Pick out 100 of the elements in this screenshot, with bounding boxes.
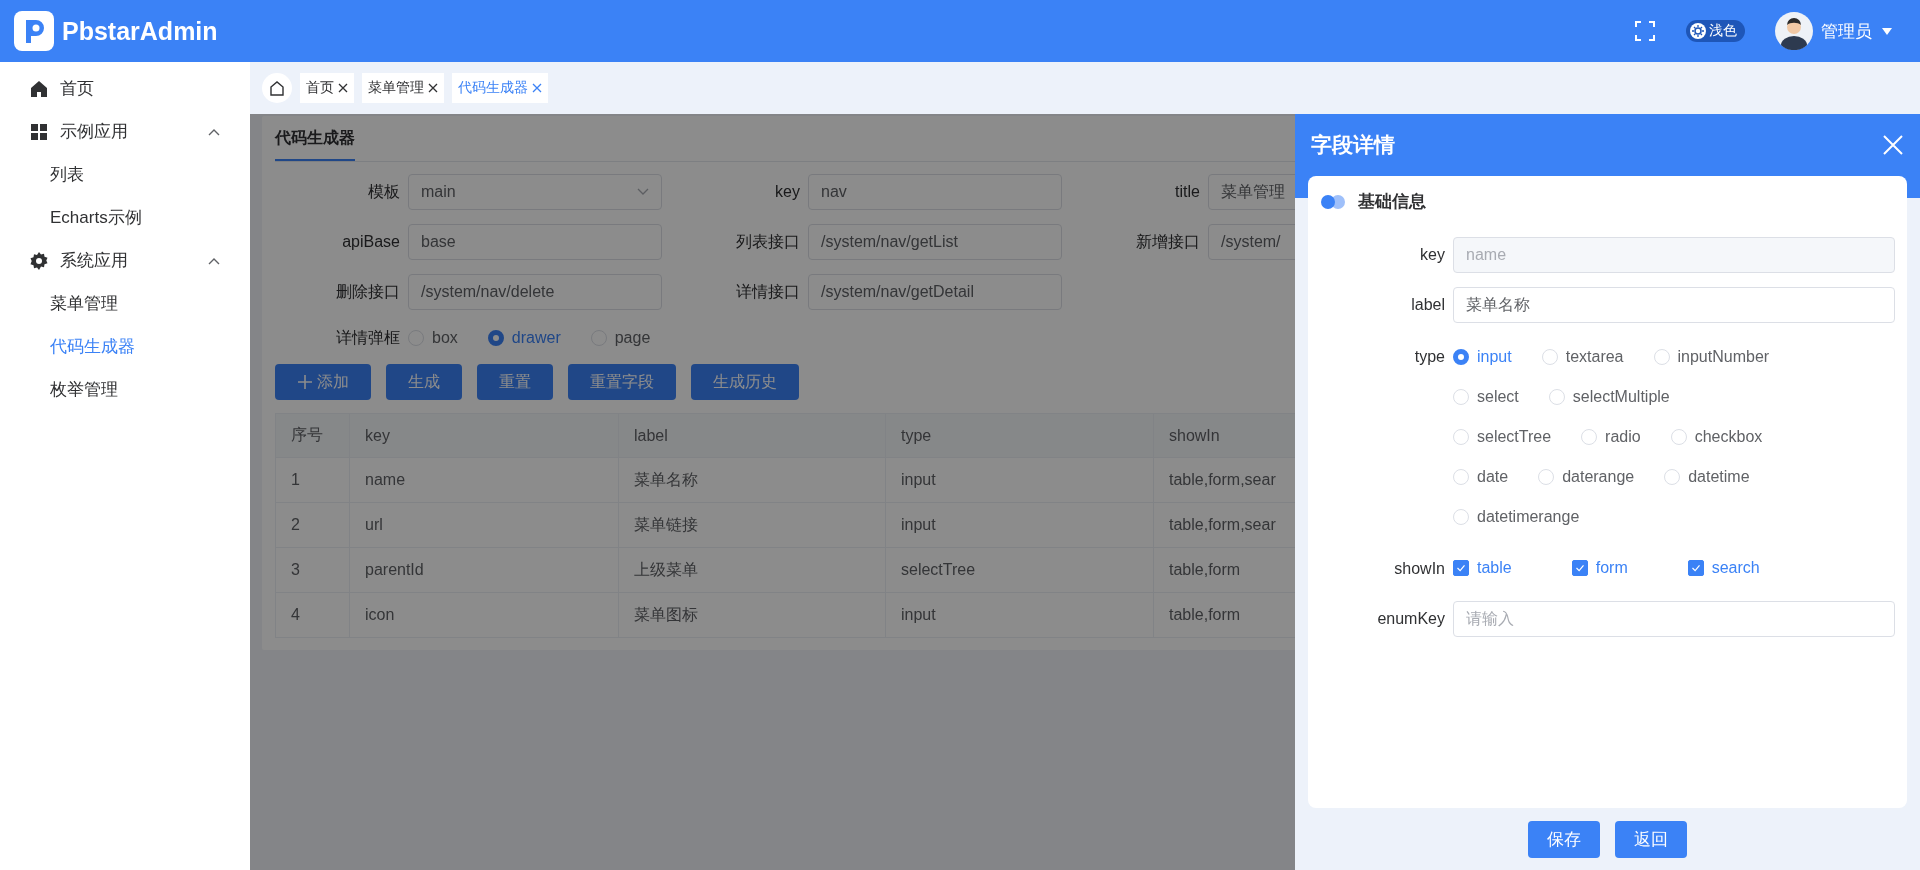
radio-option[interactable]: date xyxy=(1453,457,1509,497)
radio-option[interactable]: datetimerange xyxy=(1453,497,1580,537)
radio-option[interactable]: selectTree xyxy=(1453,417,1552,457)
radio-option[interactable]: input xyxy=(1453,337,1512,377)
gear-icon xyxy=(30,251,48,270)
field-label: 新增接口 xyxy=(1135,231,1200,252)
sidebar-item[interactable]: 首页 xyxy=(0,67,250,110)
avatar-icon xyxy=(1775,12,1813,50)
tab[interactable]: 菜单管理 xyxy=(362,73,444,103)
select-field[interactable]: main xyxy=(408,174,662,210)
home-icon xyxy=(30,79,48,98)
input-field[interactable]: 请输入 xyxy=(1453,601,1895,637)
close-icon[interactable] xyxy=(428,83,438,93)
radio-option[interactable]: drawer xyxy=(487,329,561,347)
radio-option[interactable]: select xyxy=(1453,377,1519,417)
showin-option[interactable]: table xyxy=(1453,551,1512,584)
column-header: key xyxy=(349,413,619,458)
column-header: 序号 xyxy=(275,413,350,458)
field-label: enumKey xyxy=(1376,609,1446,629)
sidebar-item[interactable]: 菜单管理 xyxy=(0,282,250,325)
table-cell: 菜单名称 xyxy=(618,457,886,503)
section-title: 基础信息 xyxy=(1358,191,1426,213)
field-label: apiBase xyxy=(341,233,400,251)
radio-option[interactable]: page xyxy=(590,329,651,347)
table-cell: 上级菜单 xyxy=(618,547,886,593)
field-label: 详情弹框 xyxy=(335,327,400,348)
input-field[interactable]: /system/nav/getDetail xyxy=(808,274,1062,310)
field-label: label xyxy=(1410,295,1446,315)
table-cell: 1 xyxy=(275,457,350,503)
chevron-down-icon xyxy=(637,188,649,196)
sidebar-item[interactable]: 列表 xyxy=(0,153,250,196)
radio-option[interactable]: datetime xyxy=(1664,457,1750,497)
logo-icon xyxy=(14,11,54,51)
tab[interactable]: 首页 xyxy=(300,73,354,103)
action-button[interactable]: 生成历史 xyxy=(691,364,799,400)
sidebar-item[interactable]: Echarts示例 xyxy=(0,196,250,239)
table-cell: parentId xyxy=(349,547,619,593)
fullscreen-icon[interactable] xyxy=(1634,20,1656,42)
input-field[interactable]: /system/nav/getList xyxy=(808,224,1062,260)
field-label: 详情接口 xyxy=(735,281,800,302)
sidebar-item[interactable]: 代码生成器 xyxy=(0,325,250,368)
radio-option[interactable]: textarea xyxy=(1541,337,1624,377)
radio-option[interactable]: box xyxy=(408,329,458,347)
input-field[interactable]: nav xyxy=(808,174,1062,210)
sidebar-item[interactable]: 枚举管理 xyxy=(0,368,250,411)
table-cell: selectTree xyxy=(885,547,1154,593)
radio-option[interactable]: daterange xyxy=(1538,457,1635,497)
dots-icon xyxy=(1320,193,1346,210)
footer-button[interactable]: 返回 xyxy=(1615,820,1687,858)
grid-icon xyxy=(30,122,48,141)
table-cell: url xyxy=(349,502,619,548)
column-header: type xyxy=(885,413,1154,458)
input-field[interactable]: base xyxy=(408,224,662,260)
field-label: key xyxy=(774,183,800,201)
field-label: 删除接口 xyxy=(335,281,400,302)
table-cell: input xyxy=(885,592,1154,638)
table-cell: 菜单图标 xyxy=(618,592,886,638)
table-cell: icon xyxy=(349,592,619,638)
sun-icon xyxy=(1689,22,1707,40)
table-cell: 4 xyxy=(275,592,350,638)
input-field[interactable]: 菜单名称 xyxy=(1453,287,1895,323)
theme-toggle[interactable]: 浅色 xyxy=(1686,20,1745,42)
input-field[interactable]: /system/nav/delete xyxy=(408,274,662,310)
table-cell: 2 xyxy=(275,502,350,548)
action-button[interactable]: 重置字段 xyxy=(568,364,676,400)
radio-option[interactable]: checkbox xyxy=(1670,417,1763,457)
footer-button[interactable]: 保存 xyxy=(1528,820,1600,858)
radio-option[interactable]: inputNumber xyxy=(1653,337,1770,377)
showin-option[interactable]: search xyxy=(1687,551,1760,584)
drawer-title: 字段详情 xyxy=(1311,132,1395,158)
home-tab[interactable] xyxy=(262,73,292,103)
column-header: showIn xyxy=(1153,413,1295,458)
table-cell: input xyxy=(885,457,1154,503)
sidebar-item[interactable]: 示例应用 xyxy=(0,110,250,153)
action-button[interactable]: 重置 xyxy=(477,364,553,400)
plus-icon xyxy=(297,374,313,390)
showin-option[interactable]: form xyxy=(1571,551,1628,584)
table-cell: name xyxy=(349,457,619,503)
field-label: 列表接口 xyxy=(735,231,800,252)
table-cell: input xyxy=(885,502,1154,548)
field-label: 模板 xyxy=(367,181,400,202)
table-cell: 菜单链接 xyxy=(618,502,886,548)
field-label: showIn xyxy=(1393,559,1446,579)
action-button[interactable]: 生成 xyxy=(386,364,462,400)
radio-option[interactable]: radio xyxy=(1581,417,1641,457)
page-tab[interactable]: 代码生成器 xyxy=(275,116,355,161)
app-name: PbstarAdmin xyxy=(62,16,218,46)
table-cell: 3 xyxy=(275,547,350,593)
column-header: label xyxy=(618,413,886,458)
user-menu[interactable]: 管理员 xyxy=(1821,19,1892,43)
field-label: title xyxy=(1174,183,1200,201)
sidebar-item[interactable]: 系统应用 xyxy=(0,239,250,282)
caret-icon xyxy=(1882,27,1892,35)
field-label: type xyxy=(1413,347,1446,367)
close-icon[interactable] xyxy=(338,83,348,93)
home-icon xyxy=(269,80,285,96)
field-label: key xyxy=(1419,245,1446,265)
add-button[interactable]: 添加 xyxy=(275,364,371,400)
radio-option[interactable]: selectMultiple xyxy=(1548,377,1670,417)
tab[interactable]: 代码生成器 xyxy=(452,73,548,103)
